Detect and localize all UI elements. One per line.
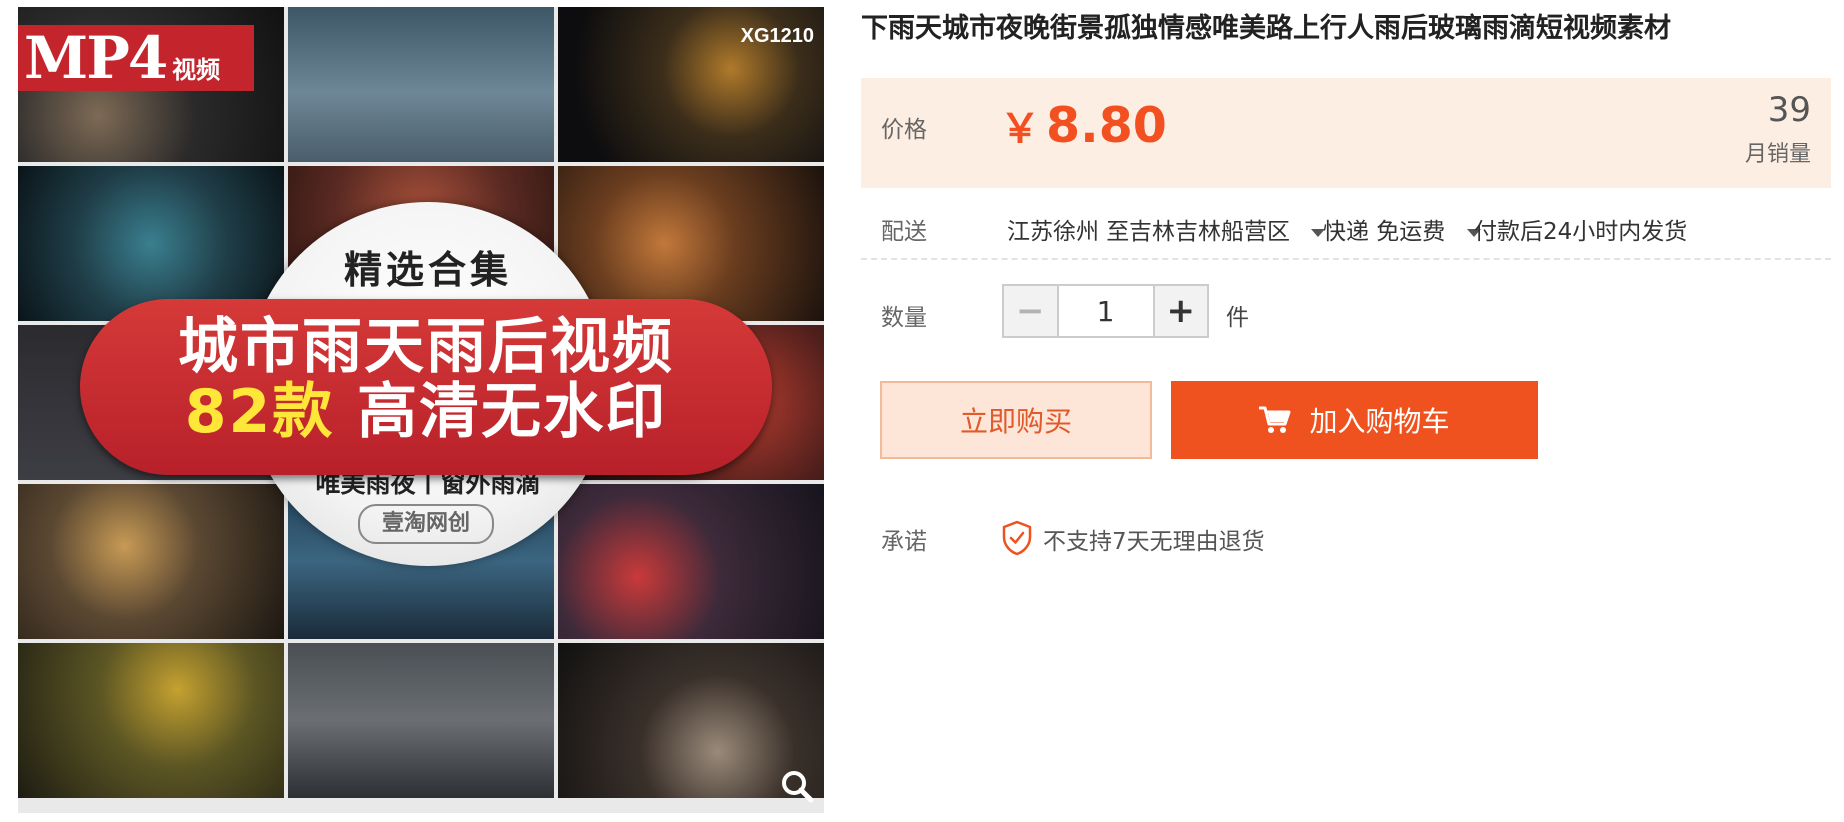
delivery-from: 江苏徐州 至 xyxy=(1007,219,1130,245)
product-image[interactable]: MP4 视频 XG1210 精选合集 唯美雨夜丨窗外雨滴 壹淘网创 城市雨天雨后… xyxy=(18,7,824,813)
image-tile xyxy=(288,643,554,798)
price-label: 价格 xyxy=(881,117,927,143)
add-to-cart-label: 加入购物车 xyxy=(1309,405,1450,438)
shield-icon xyxy=(1002,520,1032,556)
delivery-label: 配送 xyxy=(881,219,927,245)
promo-circle-title: 精选合集 xyxy=(343,248,512,292)
image-tile xyxy=(288,7,554,162)
banner-subline: 82款 高清无水印 xyxy=(80,377,772,447)
image-tile xyxy=(18,484,284,639)
promise-text: 不支持7天无理由退货 xyxy=(1043,529,1265,555)
format-badge: MP4 视频 xyxy=(18,25,254,91)
cart-icon xyxy=(1259,406,1291,433)
quantity-stepper: − + xyxy=(1002,284,1209,338)
quantity-label: 数量 xyxy=(881,305,927,331)
delivery-row: 配送 江苏徐州 至 吉林吉林船营区 快递 免运费 付款后24小时内发货 xyxy=(861,200,1831,260)
delivery-destination: 吉林吉林船营区 xyxy=(1129,219,1290,245)
monthly-sales-label: 月销量 xyxy=(1744,142,1811,167)
quantity-unit: 件 xyxy=(1226,305,1249,331)
promo-banner: 城市雨天雨后视频 82款 高清无水印 xyxy=(80,299,772,475)
decrease-quantity-button[interactable]: − xyxy=(1004,286,1059,336)
increase-quantity-button[interactable]: + xyxy=(1152,286,1207,336)
quantity-input[interactable] xyxy=(1058,286,1153,336)
banner-count: 82款 xyxy=(184,377,335,447)
promise-row: 承诺 不支持7天无理由退货 xyxy=(861,518,1831,558)
product-code: XG1210 xyxy=(740,25,814,47)
banner-subline-text: 高清无水印 xyxy=(334,377,668,447)
product-title: 下雨天城市夜晚街景孤独情感唯美路上行人雨后玻璃雨滴短视频素材 xyxy=(861,13,1671,44)
shipping-method: 快递 免运费 xyxy=(1323,219,1446,245)
buy-now-label: 立即购买 xyxy=(959,405,1072,438)
banner-headline: 城市雨天雨后视频 xyxy=(178,312,674,382)
price-amount: 8.80 xyxy=(1046,97,1167,154)
image-tile xyxy=(18,643,284,798)
zoom-icon[interactable] xyxy=(780,769,814,803)
format-badge-text: MP4 xyxy=(24,24,168,92)
format-badge-type: 视频 xyxy=(172,56,221,84)
add-to-cart-button[interactable]: 加入购物车 xyxy=(1171,381,1538,459)
image-tile xyxy=(558,484,824,639)
brand-label: 壹淘网创 xyxy=(358,504,494,544)
price-panel: 价格 ￥ 8.80 39 月销量 xyxy=(861,78,1831,188)
buy-now-button[interactable]: 立即购买 xyxy=(880,381,1152,459)
image-tile xyxy=(18,166,284,321)
currency-symbol: ￥ xyxy=(1000,106,1040,152)
ship-time: 付款后24小时内发货 xyxy=(1474,219,1688,245)
promise-label: 承诺 xyxy=(881,529,927,555)
monthly-sales-count: 39 xyxy=(1767,90,1811,130)
price-value: ￥ 8.80 xyxy=(1000,96,1167,159)
delivery-destination-select[interactable]: 吉林吉林船营区 xyxy=(1129,212,1326,246)
quantity-row: 数量 − + 件 xyxy=(861,284,1831,342)
shipping-method-select[interactable]: 快递 免运费 xyxy=(1323,212,1481,246)
